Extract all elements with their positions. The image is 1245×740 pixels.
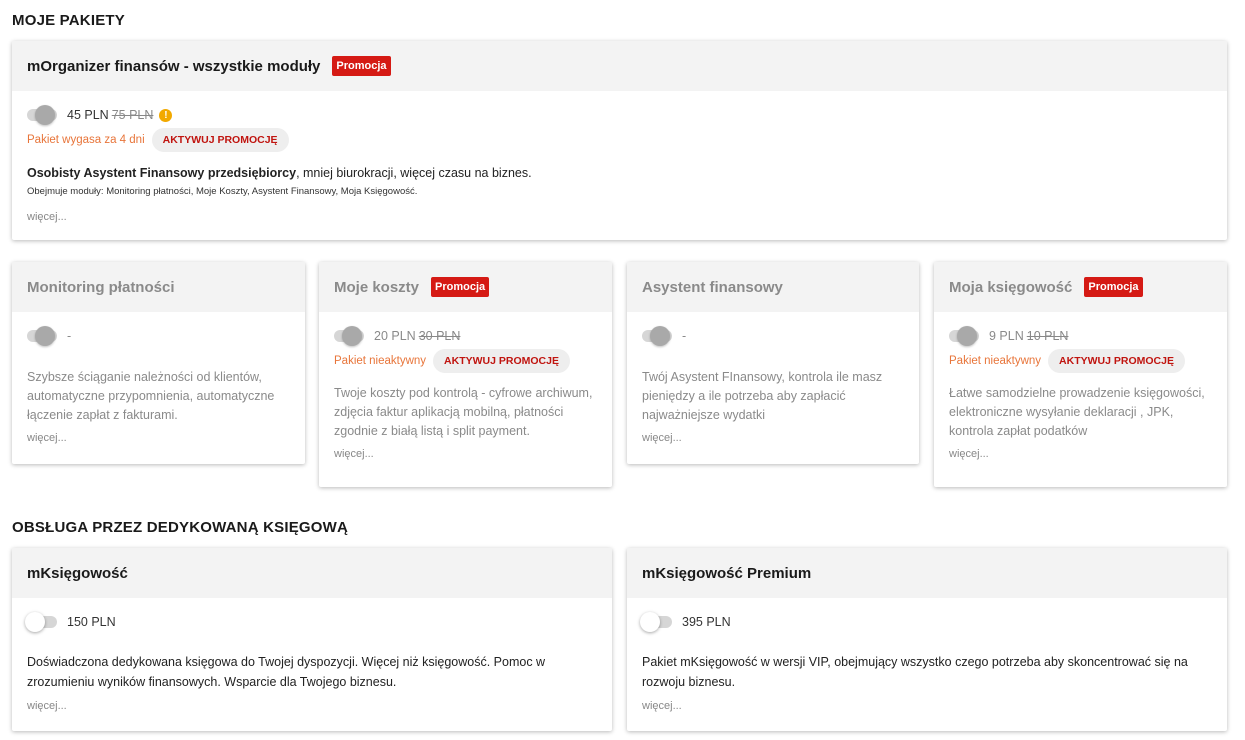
package-description: Pakiet mKsięgowość w wersji VIP, obejmuj…	[642, 655, 1188, 689]
more-link[interactable]: więcej...	[642, 700, 682, 712]
package-price: 395 PLN	[682, 615, 731, 629]
package-toggle[interactable]	[640, 612, 672, 632]
module-card-moja-ksiegowosc: Moja księgowość Promocja 9 PLN 10 PLN Pa…	[934, 262, 1227, 487]
package-status: Pakiet wygasa za 4 dni	[27, 134, 145, 146]
more-link[interactable]: więcej...	[27, 211, 67, 223]
more-link[interactable]: więcej...	[642, 432, 682, 444]
more-link[interactable]: więcej...	[334, 448, 374, 460]
toggle-knob	[650, 326, 670, 346]
card-header: Monitoring płatności	[12, 262, 305, 312]
activate-promo-button[interactable]: AKTYWUJ PROMOCJĘ	[433, 349, 570, 373]
package-toggle[interactable]	[25, 612, 57, 632]
package-price: 45 PLN	[67, 108, 109, 122]
toggle-knob	[25, 612, 45, 632]
module-description: Twój Asystent FInansowy, kontrola ile ma…	[642, 370, 883, 422]
module-toggle[interactable]	[642, 326, 672, 346]
package-title: mKsięgowość Premium	[642, 564, 812, 582]
package-price: 150 PLN	[67, 615, 116, 629]
promo-badge: Promocja	[1084, 277, 1143, 297]
module-price: -	[67, 329, 72, 343]
package-description: Doświadczona dedykowana księgowa do Twoj…	[27, 655, 546, 689]
module-status: Pakiet nieaktywny	[949, 355, 1042, 367]
activate-promo-button[interactable]: AKTYWUJ PROMOCJĘ	[1048, 349, 1185, 373]
card-header: mKsięgowość	[12, 548, 612, 598]
module-status: Pakiet nieaktywny	[334, 355, 427, 367]
module-old-price: 10 PLN	[1026, 329, 1069, 343]
module-old-price: 30 PLN	[418, 329, 461, 343]
module-card-moje-koszty: Moje koszty Promocja 20 PLN 30 PLN Pakie…	[319, 262, 612, 487]
activate-promo-button[interactable]: AKTYWUJ PROMOCJĘ	[151, 128, 289, 152]
warning-icon[interactable]: !	[159, 108, 173, 122]
module-toggle[interactable]	[949, 326, 979, 346]
module-toggle[interactable]	[334, 326, 364, 346]
package-old-price: 75 PLN	[111, 108, 154, 122]
module-card-asystent-finansowy: Asystent finansowy - Twój Asystent FInan…	[627, 262, 919, 464]
package-description-rest: , mniej biurokracji, więcej czasu na biz…	[296, 166, 532, 180]
promo-badge: Promocja	[431, 277, 490, 297]
module-title: Moje koszty	[334, 278, 420, 296]
promo-badge: Promocja	[332, 56, 391, 76]
card-header: Moje koszty Promocja	[319, 262, 612, 312]
module-title: Moja księgowość	[949, 278, 1073, 296]
card-header: mKsięgowość Premium	[627, 548, 1227, 598]
card-header: mOrganizer finansów - wszystkie moduły P…	[12, 41, 1227, 91]
toggle-knob	[957, 326, 977, 346]
more-link[interactable]: więcej...	[27, 432, 67, 444]
package-title: mOrganizer finansów - wszystkie moduły	[27, 57, 321, 75]
module-title: Asystent finansowy	[642, 278, 783, 296]
toggle-knob	[35, 105, 55, 125]
module-card-monitoring: Monitoring płatności - Szybsze ściąganie…	[12, 262, 305, 464]
package-modules-list: Obejmuje moduły: Monitoring płatności, M…	[27, 186, 418, 197]
module-price: -	[682, 329, 687, 343]
package-title: mKsięgowość	[27, 564, 128, 582]
section-title-my-packages: MOJE PAKIETY	[12, 12, 125, 29]
toggle-knob	[640, 612, 660, 632]
module-toggle[interactable]	[27, 326, 57, 346]
accountant-card-mksiegowosc: mKsięgowość 150 PLN Doświadczona dedykow…	[12, 548, 612, 731]
package-description-bold: Osobisty Asystent Finansowy przedsiębior…	[27, 166, 297, 180]
package-description: Osobisty Asystent Finansowy przedsiębior…	[27, 163, 1212, 183]
module-description: Łatwe samodzielne prowadzenie księgowośc…	[949, 386, 1205, 438]
toggle-knob	[342, 326, 362, 346]
module-price: 9 PLN	[989, 329, 1024, 343]
more-link[interactable]: więcej...	[949, 448, 989, 460]
module-description: Twoje koszty pod kontrolą - cyfrowe arch…	[334, 386, 593, 438]
more-link[interactable]: więcej...	[27, 700, 67, 712]
module-description: Szybsze ściąganie należności od klientów…	[27, 370, 275, 422]
section-title-accountant: OBSŁUGA PRZEZ DEDYKOWANĄ KSIĘGOWĄ	[12, 519, 349, 536]
module-price: 20 PLN	[374, 329, 416, 343]
accountant-card-mksiegowosc-premium: mKsięgowość Premium 395 PLN Pakiet mKsię…	[627, 548, 1227, 731]
package-toggle[interactable]	[27, 105, 57, 125]
package-card-morganizer: mOrganizer finansów - wszystkie moduły P…	[12, 41, 1227, 240]
toggle-knob	[35, 326, 55, 346]
card-header: Asystent finansowy	[627, 262, 919, 312]
card-header: Moja księgowość Promocja	[934, 262, 1227, 312]
module-title: Monitoring płatności	[27, 278, 175, 296]
